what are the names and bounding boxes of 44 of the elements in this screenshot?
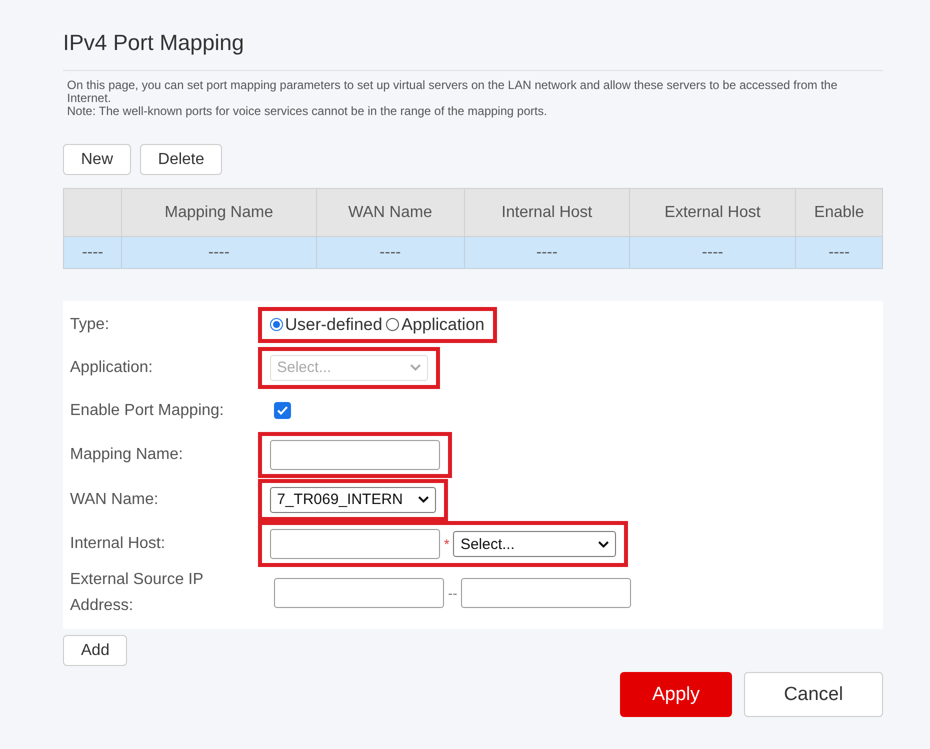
input-field[interactable] xyxy=(274,578,444,608)
radio-label: User-defined xyxy=(285,314,382,334)
column-header: Internal Host xyxy=(464,188,630,236)
column-header: Mapping Name xyxy=(122,188,316,236)
required-mark: * xyxy=(444,536,450,552)
column-header: Enable xyxy=(796,188,882,236)
field-label: WAN Name: xyxy=(69,490,160,510)
column-header: External Host xyxy=(629,188,796,236)
field-label: Type: xyxy=(69,314,110,334)
radio-button[interactable] xyxy=(386,318,400,331)
table-cell: ---- xyxy=(464,236,630,268)
input-field[interactable] xyxy=(270,529,440,559)
input-field[interactable] xyxy=(461,578,632,608)
select-dropdown[interactable]: Select... xyxy=(453,531,616,557)
description-text: On this page, you can set port mapping parameters to set up virtual servers on the LAN network and allow these servers to be accessed from the Internet. xyxy=(67,79,838,105)
page-title: IPv4 Port Mapping xyxy=(63,30,883,71)
field-label: Enable Port Mapping: xyxy=(69,400,225,420)
table-cell: ---- xyxy=(316,236,464,268)
checkbox[interactable] xyxy=(274,402,291,419)
field-label: Internal Host: xyxy=(69,534,166,554)
field-label: External Source IP Address: xyxy=(69,570,204,616)
select-dropdown[interactable]: 7_TR069_INTERN xyxy=(270,486,436,512)
table-cell: ---- xyxy=(122,236,316,268)
apply-button[interactable]: Apply xyxy=(620,672,732,717)
toolbar-button[interactable]: Delete xyxy=(140,144,222,175)
check-icon xyxy=(277,406,288,415)
cancel-button[interactable]: Cancel xyxy=(744,672,883,717)
toolbar-button[interactable]: New xyxy=(63,144,132,175)
table-cell: ---- xyxy=(796,236,882,268)
range-separator: -- xyxy=(448,585,458,601)
field-label: Application: xyxy=(69,358,154,378)
table-cell: ---- xyxy=(64,236,122,268)
radio-button[interactable] xyxy=(270,318,283,331)
chevron-down-icon xyxy=(418,496,429,503)
chevron-down-icon xyxy=(410,364,421,371)
input-field[interactable] xyxy=(270,440,440,470)
chevron-down-icon xyxy=(598,540,610,548)
table-cell: ---- xyxy=(629,236,796,268)
description-text: Note: The well-known ports for voice services cannot be in the range of the mapping ports. xyxy=(67,105,548,118)
add-button[interactable]: Add xyxy=(63,635,128,666)
field-label: Mapping Name: xyxy=(69,445,184,465)
radio-label: Application xyxy=(401,314,484,334)
column-header: WAN Name xyxy=(316,188,464,236)
column-header xyxy=(64,188,122,236)
